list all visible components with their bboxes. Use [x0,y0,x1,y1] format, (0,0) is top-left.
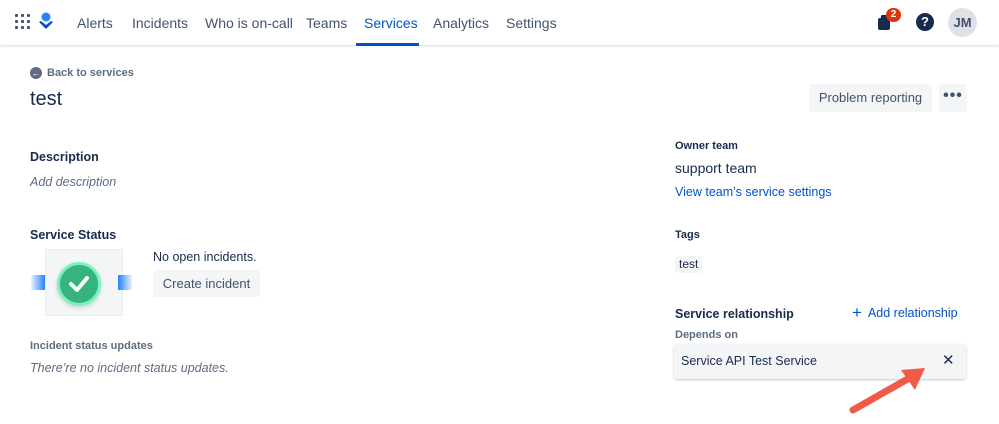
service-status-heading: Service Status [30,228,117,242]
nav-analytics[interactable]: Analytics [433,15,489,31]
nav-incidents[interactable]: Incidents [132,15,188,31]
active-tab-indicator [356,43,419,46]
back-to-services-link[interactable]: ← Back to services [30,67,134,79]
top-navigation: Alerts Incidents Who is on-call Teams Se… [0,0,999,46]
tags-label: Tags [675,229,700,241]
arrow-left-icon: ← [30,67,42,79]
status-stripe-right [118,275,132,290]
view-team-settings-link[interactable]: View team’s service settings [675,185,832,199]
page-title: test [30,88,63,110]
more-actions-button[interactable]: ••• [939,84,967,112]
app-switcher-icon[interactable] [15,14,30,29]
owner-team-label: Owner team [675,140,738,152]
service-relationship-heading: Service relationship [675,307,794,321]
notification-count-badge: 2 [886,8,901,22]
tag[interactable]: test [675,256,703,273]
nav-alerts[interactable]: Alerts [77,15,113,31]
nav-teams[interactable]: Teams [306,15,347,31]
plus-icon: + [852,303,862,322]
status-stripe-left [31,275,45,290]
nav-settings[interactable]: Settings [506,15,557,31]
back-label: Back to services [47,67,134,79]
opsgenie-logo-icon[interactable] [38,12,54,32]
dependency-service-name[interactable]: Service API Test Service [681,354,817,368]
create-incident-button[interactable]: Create incident [153,270,260,297]
remove-dependency-close-icon[interactable]: ✕ [942,353,955,368]
problem-reporting-button[interactable]: Problem reporting [809,84,932,112]
help-icon[interactable]: ? [916,13,934,31]
add-description-field[interactable]: Add description [30,175,116,189]
incident-updates-heading: Incident status updates [30,340,153,352]
add-relationship-label: Add relationship [867,306,958,320]
annotation-arrow-icon [849,368,925,414]
add-relationship-button[interactable]: + Add relationship [852,303,958,322]
check-circle-icon [57,262,101,306]
depends-on-label: Depends on [675,329,738,341]
description-heading: Description [30,150,99,164]
owner-team-name: support team [675,160,757,176]
nav-who-is-on-call[interactable]: Who is on-call [205,15,293,31]
status-message: No open incidents. [153,250,257,264]
nav-services[interactable]: Services [364,15,418,31]
user-avatar[interactable]: JM [948,8,977,37]
incident-updates-empty: There’re no incident status updates. [30,361,229,375]
